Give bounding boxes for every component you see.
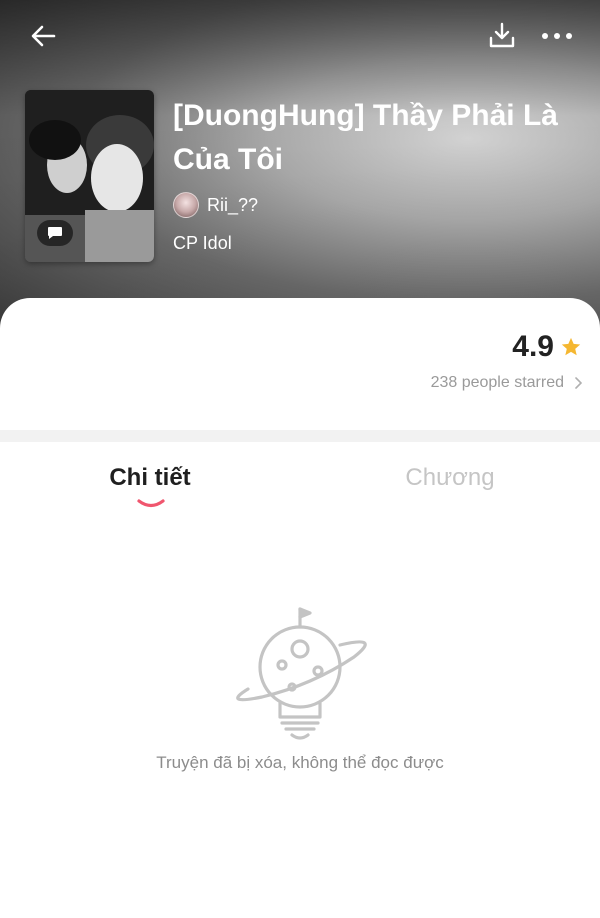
starred-count-row: 238 people starred <box>431 374 582 392</box>
rating-value: 4.9 <box>512 330 554 363</box>
author-avatar <box>173 192 199 218</box>
arrow-left-icon <box>31 25 56 47</box>
download-button[interactable] <box>486 20 518 52</box>
section-divider <box>0 430 600 442</box>
cover-badge <box>37 220 73 246</box>
planet-lightbulb-icon <box>236 607 367 740</box>
chevron-right-icon <box>575 377 582 389</box>
author-name: Rii_?? <box>207 194 259 215</box>
rating-summary[interactable]: 4.9 238 people starred <box>431 330 582 392</box>
active-tab-indicator <box>137 499 165 508</box>
star-icon <box>561 337 581 356</box>
starred-count: 238 people starred <box>430 374 564 391</box>
top-bar <box>0 0 600 70</box>
story-cover-image[interactable] <box>25 90 154 262</box>
content-sheet: 4.9 238 people starred Chi tiết Chương T… <box>0 298 600 918</box>
tab-chapters[interactable]: Chương <box>300 464 600 492</box>
more-dots-icon <box>542 33 572 39</box>
download-icon <box>489 22 515 48</box>
more-options-button[interactable] <box>538 20 578 52</box>
back-button[interactable] <box>28 20 60 52</box>
author-link[interactable]: Rii_?? <box>173 192 258 218</box>
empty-state-message: Truyện đã bị xóa, không thể đọc được <box>156 753 444 772</box>
story-category: CP Idol <box>173 233 232 253</box>
rating-row: 4.9 <box>431 330 582 364</box>
tab-details[interactable]: Chi tiết <box>0 464 300 492</box>
story-title: [DuongHung] Thầy Phải Là Của Tôi <box>173 99 558 176</box>
comment-bubble-icon <box>48 227 62 239</box>
